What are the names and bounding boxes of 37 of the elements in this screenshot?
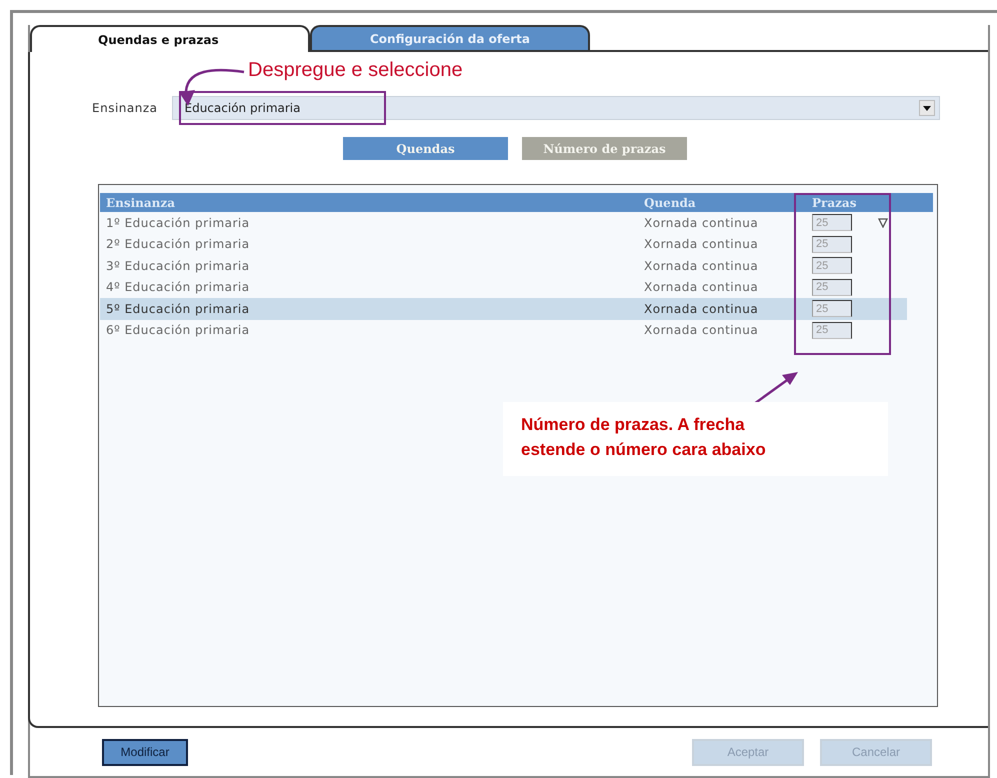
action-button[interactable]: Modificar bbox=[102, 738, 188, 766]
table-cell-text: Xornada continua bbox=[644, 280, 760, 294]
down-triangle-icon[interactable] bbox=[878, 218, 888, 228]
table-row[interactable]: 6º Educación primaria Xornada continua 25 bbox=[100, 320, 907, 341]
table-cell-text: 1º Educación primaria bbox=[105, 216, 251, 230]
table-cell-text: Xornada continua bbox=[644, 258, 760, 273]
prazas-input[interactable]: 25 bbox=[812, 322, 852, 339]
table-row[interactable]: 1º Educación primaria Xornada continua 25 bbox=[100, 212, 907, 234]
annotation-text: Despregue e seleccione bbox=[248, 59, 463, 82]
field-label: Ensinanza bbox=[92, 101, 158, 115]
prazas-input[interactable]: 25 bbox=[812, 300, 852, 318]
tab[interactable]: Configuración da oferta bbox=[310, 25, 590, 50]
table-row[interactable]: 4º Educación primaria Xornada continua 25 bbox=[100, 276, 907, 298]
view-tab[interactable]: Número de prazas bbox=[522, 137, 687, 160]
view-tab[interactable]: Quendas bbox=[343, 137, 508, 160]
column-header: Ensinanza bbox=[105, 196, 176, 210]
table-cell-text: 2º Educación primaria bbox=[105, 237, 251, 252]
column-header: Prazas bbox=[811, 196, 858, 210]
prazas-input[interactable]: 25 bbox=[812, 278, 852, 296]
table-row[interactable]: 5º Educación primaria Xornada continua 25 bbox=[100, 298, 907, 320]
table-cell-text: Xornada continua bbox=[644, 302, 760, 316]
prazas-input[interactable]: 25 bbox=[812, 257, 852, 274]
prazas-input[interactable]: 25 bbox=[812, 236, 852, 253]
table-cell-text: Xornada continua bbox=[644, 323, 760, 338]
table-cell-text: Xornada continua bbox=[644, 237, 760, 252]
table-cell-text: 3º Educación primaria bbox=[105, 258, 251, 273]
column-header: Quenda bbox=[644, 196, 697, 210]
ensinanza-select[interactable]: Educación primaria bbox=[172, 96, 940, 120]
prazas-input[interactable]: 25 bbox=[812, 214, 852, 232]
table-row[interactable]: 2º Educación primaria Xornada continua 25 bbox=[100, 234, 907, 255]
table-cell-text: 4º Educación primaria bbox=[105, 280, 251, 294]
annotation-text: Número de prazas. A frecha estende o número cara abaixo bbox=[503, 402, 888, 476]
table-cell-text: 6º Educación primaria bbox=[105, 323, 251, 338]
table-row[interactable]: 3º Educación primaria Xornada continua 25 bbox=[100, 255, 907, 276]
table-cell-text: 5º Educación primaria bbox=[105, 302, 251, 316]
tab[interactable]: Quendas e prazas bbox=[30, 25, 310, 52]
table-cell-text: Xornada continua bbox=[644, 216, 760, 230]
